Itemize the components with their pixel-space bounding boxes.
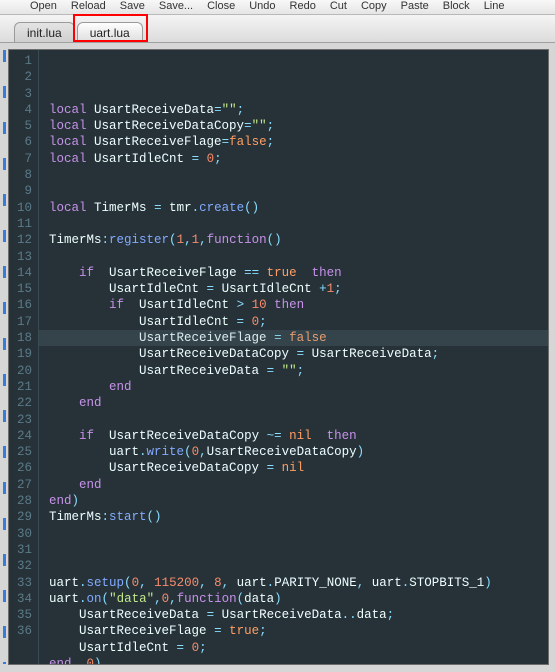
line-number: 34 xyxy=(9,591,32,607)
line-number: 9 xyxy=(9,183,32,199)
line-number: 20 xyxy=(9,363,32,379)
tab-init-lua[interactable]: init.lua xyxy=(14,22,75,42)
line-number: 36 xyxy=(9,623,32,639)
line-number: 2 xyxy=(9,69,32,85)
toolbar-copy[interactable]: Copy xyxy=(361,0,387,12)
toolbar-undo[interactable]: Undo xyxy=(249,0,275,12)
code-line[interactable]: UsartReceiveDataCopy = UsartReceiveData; xyxy=(49,346,548,362)
line-number: 11 xyxy=(9,216,32,232)
tab-uart-lua[interactable]: uart.lua xyxy=(77,22,143,42)
line-number: 30 xyxy=(9,526,32,542)
code-line[interactable]: local TimerMs = tmr.create() xyxy=(49,200,548,216)
line-number: 5 xyxy=(9,118,32,134)
toolbar-block[interactable]: Block xyxy=(443,0,470,12)
code-line[interactable] xyxy=(49,558,548,574)
line-number: 17 xyxy=(9,314,32,330)
line-number: 8 xyxy=(9,167,32,183)
line-number: 29 xyxy=(9,509,32,525)
line-number: 31 xyxy=(9,542,32,558)
line-number: 6 xyxy=(9,134,32,150)
line-number: 14 xyxy=(9,265,32,281)
line-number-gutter: 1234567891011121314151617181920212223242… xyxy=(9,50,39,664)
code-line[interactable]: if UsartIdleCnt > 10 then xyxy=(49,297,548,313)
toolbar: Open Reload Save Save... Close Undo Redo Cut Cop… xyxy=(0,0,555,15)
toolbar-close[interactable]: Close xyxy=(207,0,235,12)
code-line[interactable]: end xyxy=(49,477,548,493)
line-number: 26 xyxy=(9,460,32,476)
line-number: 25 xyxy=(9,444,32,460)
code-line[interactable]: local UsartReceiveDataCopy=""; xyxy=(49,118,548,134)
line-number: 27 xyxy=(9,477,32,493)
code-line[interactable]: end xyxy=(49,379,548,395)
code-line[interactable] xyxy=(49,167,548,183)
line-number: 28 xyxy=(9,493,32,509)
code-line[interactable]: local UsartReceiveData=""; xyxy=(49,102,548,118)
code-line[interactable]: local UsartReceiveFlage=false; xyxy=(49,134,548,150)
toolbar-paste[interactable]: Paste xyxy=(401,0,429,12)
line-number: 16 xyxy=(9,297,32,313)
code-line[interactable]: end, 0) xyxy=(49,656,548,664)
toolbar-save[interactable]: Save... xyxy=(159,0,193,12)
line-number: 12 xyxy=(9,232,32,248)
code-line[interactable]: end) xyxy=(49,493,548,509)
code-line[interactable] xyxy=(49,249,548,265)
line-number: 4 xyxy=(9,102,32,118)
code-line[interactable] xyxy=(49,542,548,558)
line-number: 24 xyxy=(9,428,32,444)
code-line[interactable]: UsartReceiveFlage = false xyxy=(49,330,548,346)
code-editor[interactable]: 1234567891011121314151617181920212223242… xyxy=(8,49,549,665)
code-line[interactable]: TimerMs:start() xyxy=(49,509,548,525)
line-number: 23 xyxy=(9,412,32,428)
tab-bar: init.luauart.lua xyxy=(0,15,555,43)
code-line[interactable] xyxy=(49,412,548,428)
code-line[interactable]: UsartIdleCnt = 0; xyxy=(49,640,548,656)
code-line[interactable]: if UsartReceiveDataCopy ~= nil then xyxy=(49,428,548,444)
code-line[interactable]: if UsartReceiveFlage == true then xyxy=(49,265,548,281)
code-line[interactable] xyxy=(49,216,548,232)
line-number: 15 xyxy=(9,281,32,297)
code-line[interactable]: UsartIdleCnt = 0; xyxy=(49,314,548,330)
toolbar-cut[interactable]: Cut xyxy=(330,0,347,12)
line-number: 22 xyxy=(9,395,32,411)
line-number: 13 xyxy=(9,249,32,265)
code-line[interactable] xyxy=(49,183,548,199)
line-number: 7 xyxy=(9,151,32,167)
line-number: 33 xyxy=(9,575,32,591)
code-line[interactable]: uart.write(0,UsartReceiveDataCopy) xyxy=(49,444,548,460)
line-number: 32 xyxy=(9,558,32,574)
line-number: 21 xyxy=(9,379,32,395)
toolbar-redo[interactable]: Redo xyxy=(290,0,316,12)
code-line[interactable]: TimerMs:register(1,1,function() xyxy=(49,232,548,248)
toolbar-line[interactable]: Line xyxy=(484,0,505,12)
toolbar-open[interactable]: Open xyxy=(30,0,57,12)
line-number: 10 xyxy=(9,200,32,216)
line-number: 35 xyxy=(9,607,32,623)
line-number: 1 xyxy=(9,53,32,69)
code-line[interactable]: UsartReceiveData = UsartReceiveData..dat… xyxy=(49,607,548,623)
code-line[interactable]: uart.setup(0, 115200, 8, uart.PARITY_NON… xyxy=(49,575,548,591)
code-area[interactable]: local UsartReceiveData="";local UsartRec… xyxy=(39,50,548,664)
code-line[interactable]: end xyxy=(49,395,548,411)
code-line[interactable]: uart.on("data",0,function(data) xyxy=(49,591,548,607)
code-line[interactable]: UsartReceiveDataCopy = nil xyxy=(49,460,548,476)
code-line[interactable]: UsartReceiveFlage = true; xyxy=(49,623,548,639)
toolbar-reload[interactable]: Reload xyxy=(71,0,106,12)
code-line[interactable] xyxy=(49,526,548,542)
code-line[interactable]: UsartIdleCnt = UsartIdleCnt +1; xyxy=(49,281,548,297)
line-number: 19 xyxy=(9,346,32,362)
code-line[interactable]: UsartReceiveData = ""; xyxy=(49,363,548,379)
line-number: 3 xyxy=(9,86,32,102)
line-number: 18 xyxy=(9,330,32,346)
toolbar-save[interactable]: Save xyxy=(120,0,145,12)
code-line[interactable]: local UsartIdleCnt = 0; xyxy=(49,151,548,167)
